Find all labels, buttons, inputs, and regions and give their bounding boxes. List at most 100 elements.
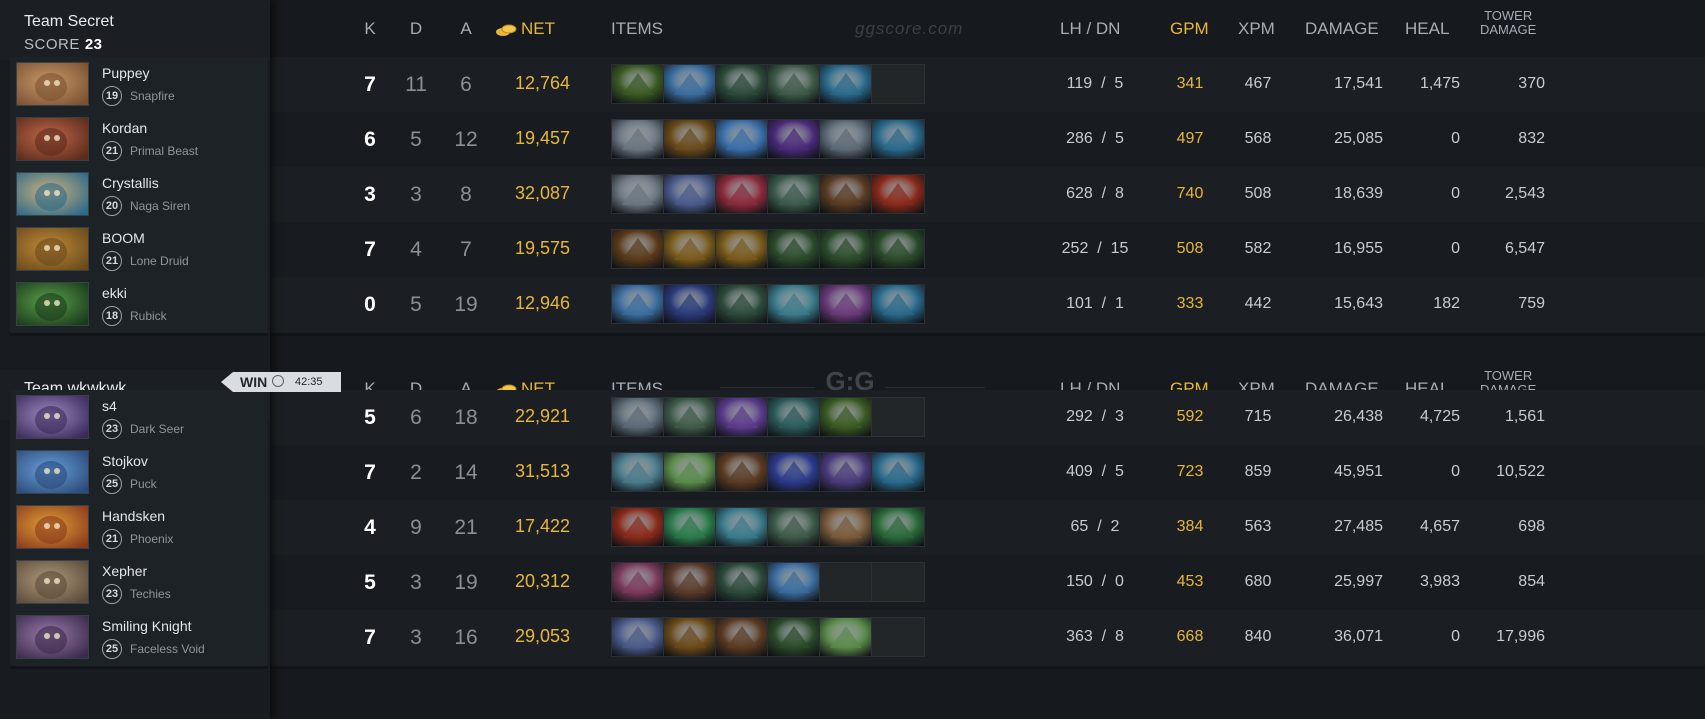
- item-icon[interactable]: [611, 507, 665, 547]
- net-worth: 19,457: [514, 128, 570, 148]
- item-icon[interactable]: [819, 617, 873, 657]
- empty-item-slot[interactable]: [871, 397, 925, 437]
- item-icon[interactable]: [819, 229, 873, 269]
- header-net[interactable]: NET: [495, 19, 585, 39]
- item-icon[interactable]: [715, 397, 769, 437]
- item-icon[interactable]: [611, 284, 665, 324]
- xpm-value: 715: [1244, 408, 1272, 425]
- player-card[interactable]: BOOM 21 Lone Druid: [10, 222, 268, 281]
- item-icon[interactable]: [611, 617, 665, 657]
- player-name[interactable]: Handsken: [102, 508, 165, 524]
- header-gpm[interactable]: GPM: [1170, 19, 1209, 39]
- item-icon[interactable]: [663, 64, 717, 104]
- item-icon[interactable]: [819, 119, 873, 159]
- item-icon[interactable]: [767, 229, 821, 269]
- header-k[interactable]: K: [360, 19, 380, 39]
- player-name[interactable]: s4: [102, 398, 117, 414]
- player-card[interactable]: ekki 18 Rubick: [10, 277, 268, 336]
- item-icon[interactable]: [715, 452, 769, 492]
- hero-level-badge: 23: [102, 584, 122, 604]
- item-icon[interactable]: [819, 284, 873, 324]
- item-icon[interactable]: [663, 397, 717, 437]
- item-icon[interactable]: [767, 119, 821, 159]
- item-icon[interactable]: [663, 562, 717, 602]
- header-damage[interactable]: DAMAGE: [1305, 19, 1379, 39]
- item-artwork: [820, 120, 872, 158]
- item-icon[interactable]: [663, 229, 717, 269]
- item-icon[interactable]: [767, 397, 821, 437]
- item-icon[interactable]: [715, 229, 769, 269]
- player-card[interactable]: Crystallis 20 Naga Siren: [10, 167, 268, 226]
- player-card[interactable]: Kordan 21 Primal Beast: [10, 112, 268, 171]
- empty-item-slot[interactable]: [871, 64, 925, 104]
- item-icon[interactable]: [871, 174, 925, 214]
- item-icon[interactable]: [871, 507, 925, 547]
- header-tower-damage[interactable]: TOWERDAMAGE: [1480, 9, 1536, 37]
- item-icon[interactable]: [611, 174, 665, 214]
- item-icon[interactable]: [819, 452, 873, 492]
- item-icon[interactable]: [767, 562, 821, 602]
- player-name[interactable]: Smiling Knight: [102, 618, 192, 634]
- player-card[interactable]: Xepher 23 Techies: [10, 555, 268, 614]
- header-d[interactable]: D: [406, 19, 426, 39]
- header-a[interactable]: A: [456, 19, 476, 39]
- player-name[interactable]: Puppey: [102, 65, 149, 81]
- item-icon[interactable]: [819, 174, 873, 214]
- item-icon[interactable]: [767, 617, 821, 657]
- item-icon[interactable]: [767, 64, 821, 104]
- empty-item-slot[interactable]: [871, 617, 925, 657]
- item-icon[interactable]: [663, 174, 717, 214]
- item-icon[interactable]: [715, 284, 769, 324]
- item-icon[interactable]: [819, 397, 873, 437]
- item-icon[interactable]: [715, 507, 769, 547]
- item-icon[interactable]: [871, 452, 925, 492]
- player-card[interactable]: Stojkov 25 Puck: [10, 445, 268, 504]
- item-icon[interactable]: [767, 507, 821, 547]
- item-artwork: [768, 508, 820, 546]
- item-icon[interactable]: [611, 562, 665, 602]
- item-icon[interactable]: [663, 617, 717, 657]
- item-icon[interactable]: [715, 64, 769, 104]
- empty-item-slot[interactable]: [871, 562, 925, 602]
- item-icon[interactable]: [871, 119, 925, 159]
- player-card[interactable]: Smiling Knight 25 Faceless Void: [10, 610, 268, 669]
- item-icon[interactable]: [819, 507, 873, 547]
- hero-portrait-image: [17, 561, 88, 603]
- header-lh-dn[interactable]: LH / DN: [1060, 19, 1120, 39]
- item-icon[interactable]: [611, 452, 665, 492]
- player-name[interactable]: Crystallis: [102, 175, 159, 191]
- header-xpm[interactable]: XPM: [1238, 19, 1275, 39]
- player-name[interactable]: Stojkov: [102, 453, 148, 469]
- item-icon[interactable]: [715, 174, 769, 214]
- player-name[interactable]: Xepher: [102, 563, 147, 579]
- item-icon[interactable]: [663, 507, 717, 547]
- item-icon[interactable]: [715, 119, 769, 159]
- item-icon[interactable]: [871, 284, 925, 324]
- item-icon[interactable]: [611, 119, 665, 159]
- player-card[interactable]: Puppey 19 Snapfire: [10, 57, 268, 116]
- item-icon[interactable]: [715, 617, 769, 657]
- item-icon[interactable]: [611, 64, 665, 104]
- item-icon[interactable]: [663, 452, 717, 492]
- header-heal[interactable]: HEAL: [1405, 19, 1449, 39]
- empty-item-slot[interactable]: [819, 562, 873, 602]
- item-icon[interactable]: [663, 284, 717, 324]
- item-icon[interactable]: [871, 229, 925, 269]
- player-name[interactable]: Kordan: [102, 120, 147, 136]
- item-icon[interactable]: [611, 397, 665, 437]
- player-name[interactable]: BOOM: [102, 230, 145, 246]
- item-icon[interactable]: [715, 562, 769, 602]
- player-stats-row: 5 3 19 20,312 150 / 0 453 680 25,997 3,983 854: [270, 555, 1705, 614]
- player-name[interactable]: ekki: [102, 285, 127, 301]
- player-card[interactable]: s4 23 Dark Seer: [10, 390, 268, 449]
- player-card[interactable]: Handsken 21 Phoenix: [10, 500, 268, 559]
- item-icon[interactable]: [663, 119, 717, 159]
- item-icon[interactable]: [611, 229, 665, 269]
- item-icon[interactable]: [767, 174, 821, 214]
- item-icon[interactable]: [767, 452, 821, 492]
- team-header: Team Secret SCORE 23: [0, 0, 270, 60]
- item-icon[interactable]: [819, 64, 873, 104]
- item-icon[interactable]: [767, 284, 821, 324]
- stats-header: KDANETITEMSLH / DNGPMXPMDAMAGEHEALTOWERD…: [270, 0, 1705, 60]
- deaths: 2: [410, 461, 422, 484]
